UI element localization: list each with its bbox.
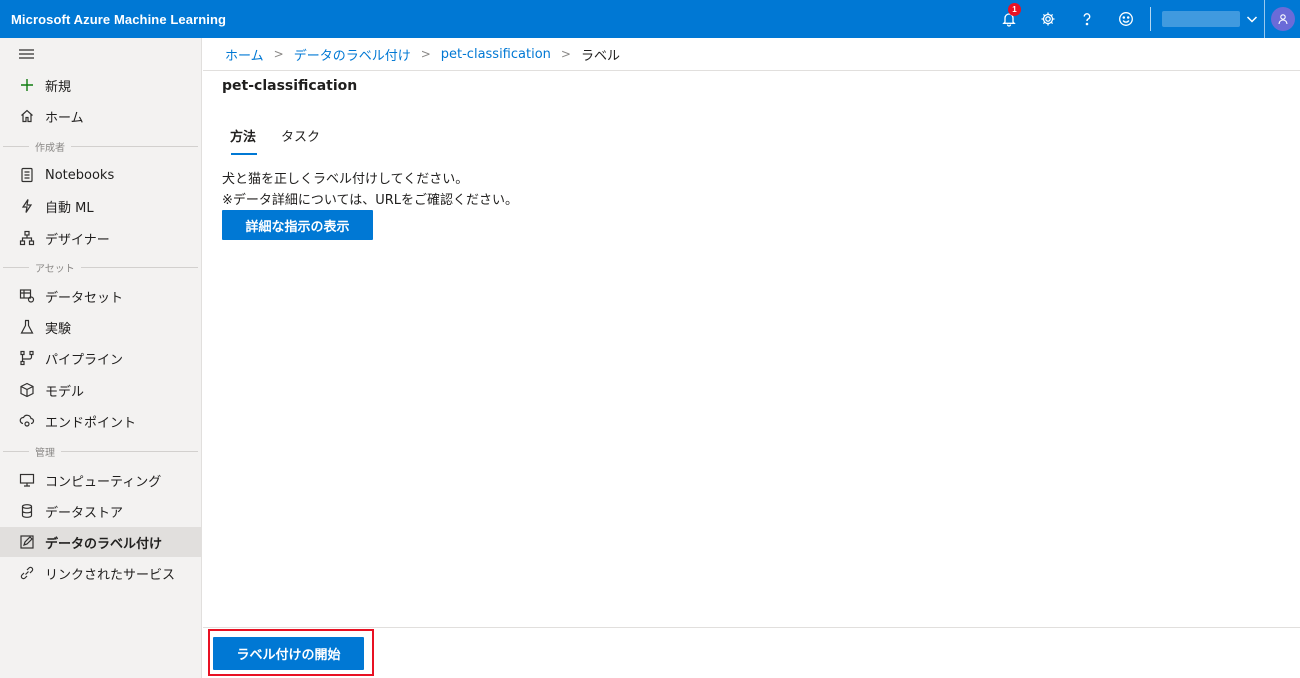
hamburger-menu-icon[interactable]: [18, 46, 38, 62]
sidebar-section-author: 作成者: [0, 139, 201, 154]
pipeline-icon: [20, 350, 34, 366]
sidebar-item-notebooks[interactable]: Notebooks: [0, 160, 201, 190]
sidebar-item-label: データセット: [45, 290, 124, 306]
link-icon: [20, 566, 34, 580]
app-title[interactable]: Microsoft Azure Machine Learning: [11, 12, 226, 27]
sidebar-section-assets: アセット: [0, 260, 201, 275]
feedback-button[interactable]: [1106, 0, 1145, 38]
top-bar-divider: [1150, 7, 1151, 31]
avatar: [1270, 7, 1295, 31]
database-icon: [21, 504, 33, 518]
sidebar-item-label: Notebooks: [45, 167, 115, 183]
sidebar-item-label: エンドポイント: [45, 415, 137, 431]
highlight-annotation: [208, 629, 374, 676]
top-bar-actions: 1: [989, 0, 1300, 38]
person-icon: [1277, 14, 1288, 25]
help-icon: [1083, 13, 1090, 26]
tab-instructions[interactable]: 方法: [230, 126, 256, 145]
sidebar-item-label: ホーム: [45, 110, 84, 126]
gear-icon: [1041, 12, 1054, 26]
notebook-icon: [21, 167, 33, 183]
settings-button[interactable]: [1028, 0, 1067, 38]
breadcrumb-current: ラベル: [580, 48, 620, 64]
cube-icon: [20, 382, 34, 398]
sidebar-item-label: リンクされたサービス: [45, 567, 176, 583]
sidebar-section-manage: 管理: [0, 444, 201, 459]
sidebar-item-new[interactable]: 新規: [0, 70, 201, 100]
endpoint-icon: [19, 414, 35, 427]
account-dropdown[interactable]: [1240, 0, 1264, 38]
sidebar-item-models[interactable]: モデル: [0, 375, 201, 405]
notifications-button[interactable]: 1: [989, 0, 1028, 38]
sidebar-item-label: パイプライン: [45, 352, 124, 368]
automl-icon: [21, 199, 33, 213]
sidebar-item-experiments[interactable]: 実験: [0, 312, 201, 342]
plus-icon: [21, 79, 33, 91]
sidebar-item-endpoints[interactable]: エンドポイント: [0, 406, 201, 436]
sidebar-item-automl[interactable]: 自動 ML: [0, 191, 201, 221]
dataset-icon: [19, 289, 35, 303]
tab-tasks[interactable]: タスク: [281, 126, 320, 145]
view-detailed-instructions-button[interactable]: 詳細な指示の表示: [222, 210, 373, 240]
sidebar-item-label: コンピューティング: [45, 474, 162, 490]
sidebar-item-datastores[interactable]: データストア: [0, 496, 201, 526]
page-title: pet-classification: [222, 78, 358, 94]
left-navigation: 新規 ホーム 作成者 Notebooks 自動 ML デザイナー アセット デー…: [0, 38, 202, 678]
account-switcher[interactable]: [1156, 0, 1264, 38]
instruction-line-2: ※データ詳細については、URLをご確認ください。: [222, 193, 519, 208]
breadcrumb-home[interactable]: ホーム: [225, 45, 264, 64]
sidebar-item-pipelines[interactable]: パイプライン: [0, 343, 201, 373]
chevron-right-icon: >: [273, 47, 284, 61]
sidebar-item-label: デザイナー: [45, 232, 110, 248]
monitor-icon: [19, 473, 35, 487]
designer-icon: [19, 230, 35, 246]
sidebar-item-label: 新規: [45, 79, 72, 95]
sidebar-item-designer[interactable]: デザイナー: [0, 223, 201, 253]
sidebar-item-label: 自動 ML: [45, 200, 94, 216]
chevron-right-icon: >: [420, 47, 431, 61]
sidebar-item-datasets[interactable]: データセット: [0, 281, 201, 311]
smiley-icon: [1118, 12, 1133, 26]
chevron-down-icon: [1246, 16, 1258, 23]
sidebar-item-home[interactable]: ホーム: [0, 101, 201, 131]
breadcrumb-project[interactable]: pet-classification: [441, 47, 551, 62]
footer-divider: [203, 627, 1300, 628]
sidebar-item-linked-services[interactable]: リンクされたサービス: [0, 558, 201, 588]
sidebar-item-compute[interactable]: コンピューティング: [0, 465, 201, 495]
sidebar-item-label: データストア: [45, 505, 124, 521]
top-bar: Microsoft Azure Machine Learning 1: [0, 0, 1300, 38]
home-icon: [21, 109, 33, 123]
user-avatar-button[interactable]: [1264, 0, 1300, 38]
sidebar-item-label: モデル: [45, 384, 85, 400]
label-edit-icon: [20, 535, 34, 549]
breadcrumb: ホーム > データのラベル付け > pet-classification > ラ…: [203, 38, 1300, 71]
sidebar-item-data-labeling[interactable]: データのラベル付け: [0, 527, 201, 557]
chevron-right-icon: >: [560, 47, 571, 61]
flask-icon: [20, 319, 34, 334]
breadcrumb-data-labeling[interactable]: データのラベル付け: [294, 45, 411, 64]
account-name-redacted: [1162, 11, 1240, 27]
notification-badge: 1: [1008, 3, 1021, 16]
help-button[interactable]: [1067, 0, 1106, 38]
sidebar-item-label: データのラベル付け: [45, 536, 163, 552]
active-tab-indicator: [231, 153, 257, 155]
instruction-line-1: 犬と猫を正しくラベル付けしてください。: [222, 172, 469, 187]
sidebar-item-label: 実験: [45, 321, 72, 337]
